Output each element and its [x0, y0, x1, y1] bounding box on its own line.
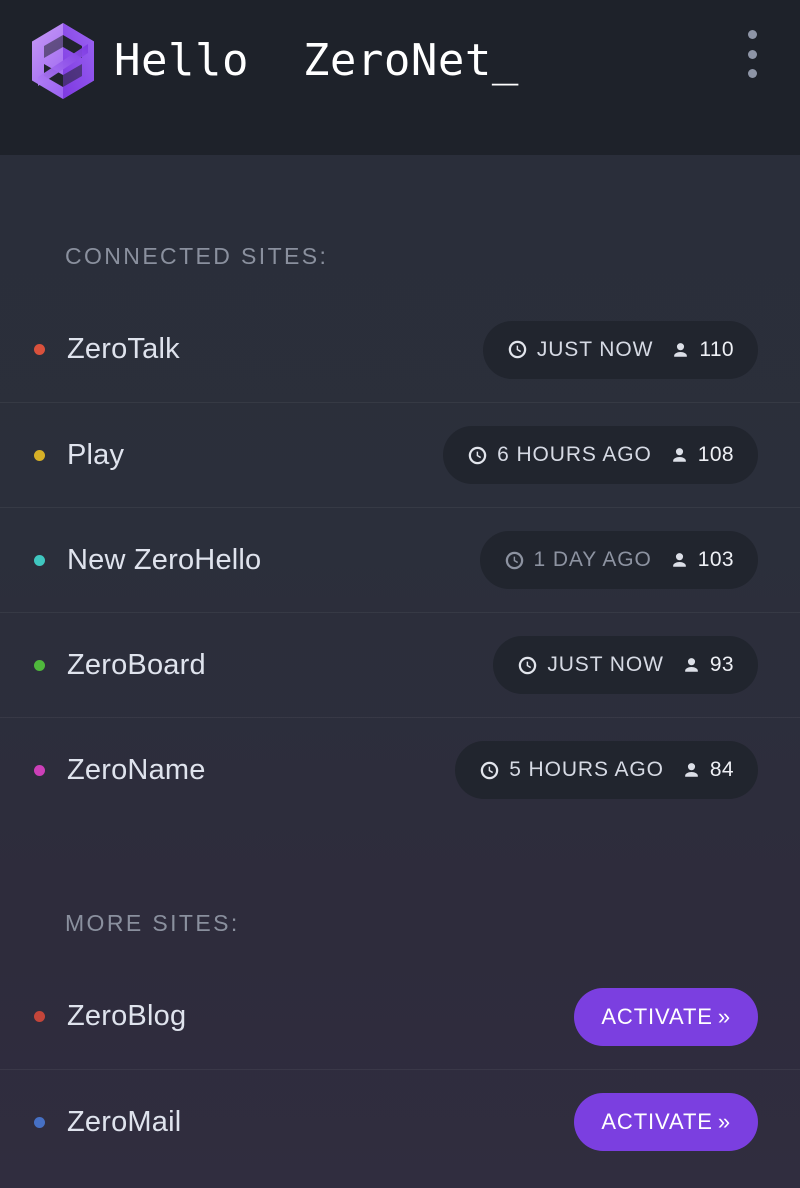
person-icon [670, 550, 689, 570]
site-row-new-zerohello[interactable]: New ZeroHello 1 DAY AGO 103 [0, 507, 800, 612]
page-title: Hello ZeroNet_ [114, 35, 519, 86]
site-name: Play [67, 438, 125, 471]
site-name: ZeroBlog [67, 1000, 187, 1032]
clock-icon [479, 760, 500, 781]
main-content: CONNECTED SITES: ZeroTalk JUST NOW 110 Play… [0, 155, 800, 1188]
activate-label: ACTIVATE [601, 1003, 713, 1029]
peer-count-label: 108 [697, 443, 734, 466]
site-name: New ZeroHello [67, 543, 262, 576]
peer-count-label: 84 [709, 758, 734, 781]
site-row-zerotalk[interactable]: ZeroTalk JUST NOW 110 [0, 297, 800, 402]
double-chevron-right-icon: » [717, 1109, 731, 1134]
last-updated-label: JUST NOW [547, 653, 664, 676]
site-name: ZeroName [67, 753, 206, 786]
menu-dot-1 [747, 30, 757, 39]
person-icon [671, 340, 690, 360]
connected-sites-list: ZeroTalk JUST NOW 110 Play 6 HOURS AGO 108 New… [0, 297, 800, 822]
menu-dot-2 [747, 49, 757, 59]
activate-label: ACTIVATE [601, 1109, 713, 1134]
site-status-badge[interactable]: JUST NOW 110 [482, 320, 758, 379]
clock-icon [504, 550, 525, 571]
site-status-badge[interactable]: JUST NOW 93 [493, 636, 758, 694]
person-icon [682, 655, 701, 675]
site-status-dot [34, 764, 45, 776]
site-row-zeroname[interactable]: ZeroName 5 HOURS AGO 84 [0, 717, 800, 822]
site-status-badge[interactable]: 5 HOURS AGO 84 [455, 741, 758, 799]
activate-button[interactable]: ACTIVATE» [574, 1093, 758, 1151]
site-status-badge[interactable]: 1 DAY AGO 103 [479, 531, 758, 589]
last-updated-label: JUST NOW [536, 337, 654, 361]
person-icon [682, 760, 701, 780]
clock-icon [507, 339, 528, 360]
site-row-zeroboard[interactable]: ZeroBoard JUST NOW 93 [0, 612, 800, 717]
menu-dot-3 [747, 69, 757, 78]
site-status-dot [34, 1116, 45, 1128]
site-row-play[interactable]: Play 6 HOURS AGO 108 [0, 402, 800, 507]
peer-count-label: 93 [709, 653, 734, 676]
peer-count-label: 103 [697, 548, 734, 571]
site-status-dot [34, 449, 45, 461]
activate-button[interactable]: ACTIVATE» [574, 987, 758, 1046]
section-header-connected-sites: CONNECTED SITES: [65, 243, 329, 269]
kebab-menu-icon[interactable] [732, 24, 772, 84]
app-header: Hello ZeroNet_ [0, 0, 800, 155]
site-row-zeroblog[interactable]: ZeroBlog ACTIVATE» [0, 964, 800, 1069]
more-sites-list: ZeroBlog ACTIVATE» ZeroMail ACTIVATE» [0, 964, 800, 1174]
last-updated-label: 6 HOURS AGO [497, 443, 652, 466]
brand: Hello ZeroNet_ [30, 22, 519, 100]
zeronet-hello-app: Hello ZeroNet_ CONNECTED SITES: ZeroTalk… [0, 0, 800, 1188]
zeronet-hexagon-logo-icon [30, 22, 96, 100]
last-updated-label: 5 HOURS AGO [509, 758, 664, 781]
site-name: ZeroMail [67, 1105, 182, 1138]
site-status-badge[interactable]: 6 HOURS AGO 108 [443, 426, 758, 484]
site-status-dot [34, 659, 45, 671]
site-row-zeromail[interactable]: ZeroMail ACTIVATE» [0, 1069, 800, 1174]
site-name: ZeroTalk [67, 333, 180, 365]
last-updated-label: 1 DAY AGO [533, 548, 652, 571]
person-icon [670, 445, 689, 465]
clock-icon [467, 445, 488, 466]
double-chevron-right-icon: » [717, 1003, 731, 1029]
section-header-more-sites: MORE SITES: [65, 910, 240, 936]
site-status-dot [34, 554, 45, 566]
site-name: ZeroBoard [67, 648, 206, 681]
clock-icon [517, 655, 538, 676]
peer-count-label: 110 [699, 337, 734, 361]
site-status-dot [34, 1011, 45, 1022]
site-status-dot [34, 344, 45, 355]
